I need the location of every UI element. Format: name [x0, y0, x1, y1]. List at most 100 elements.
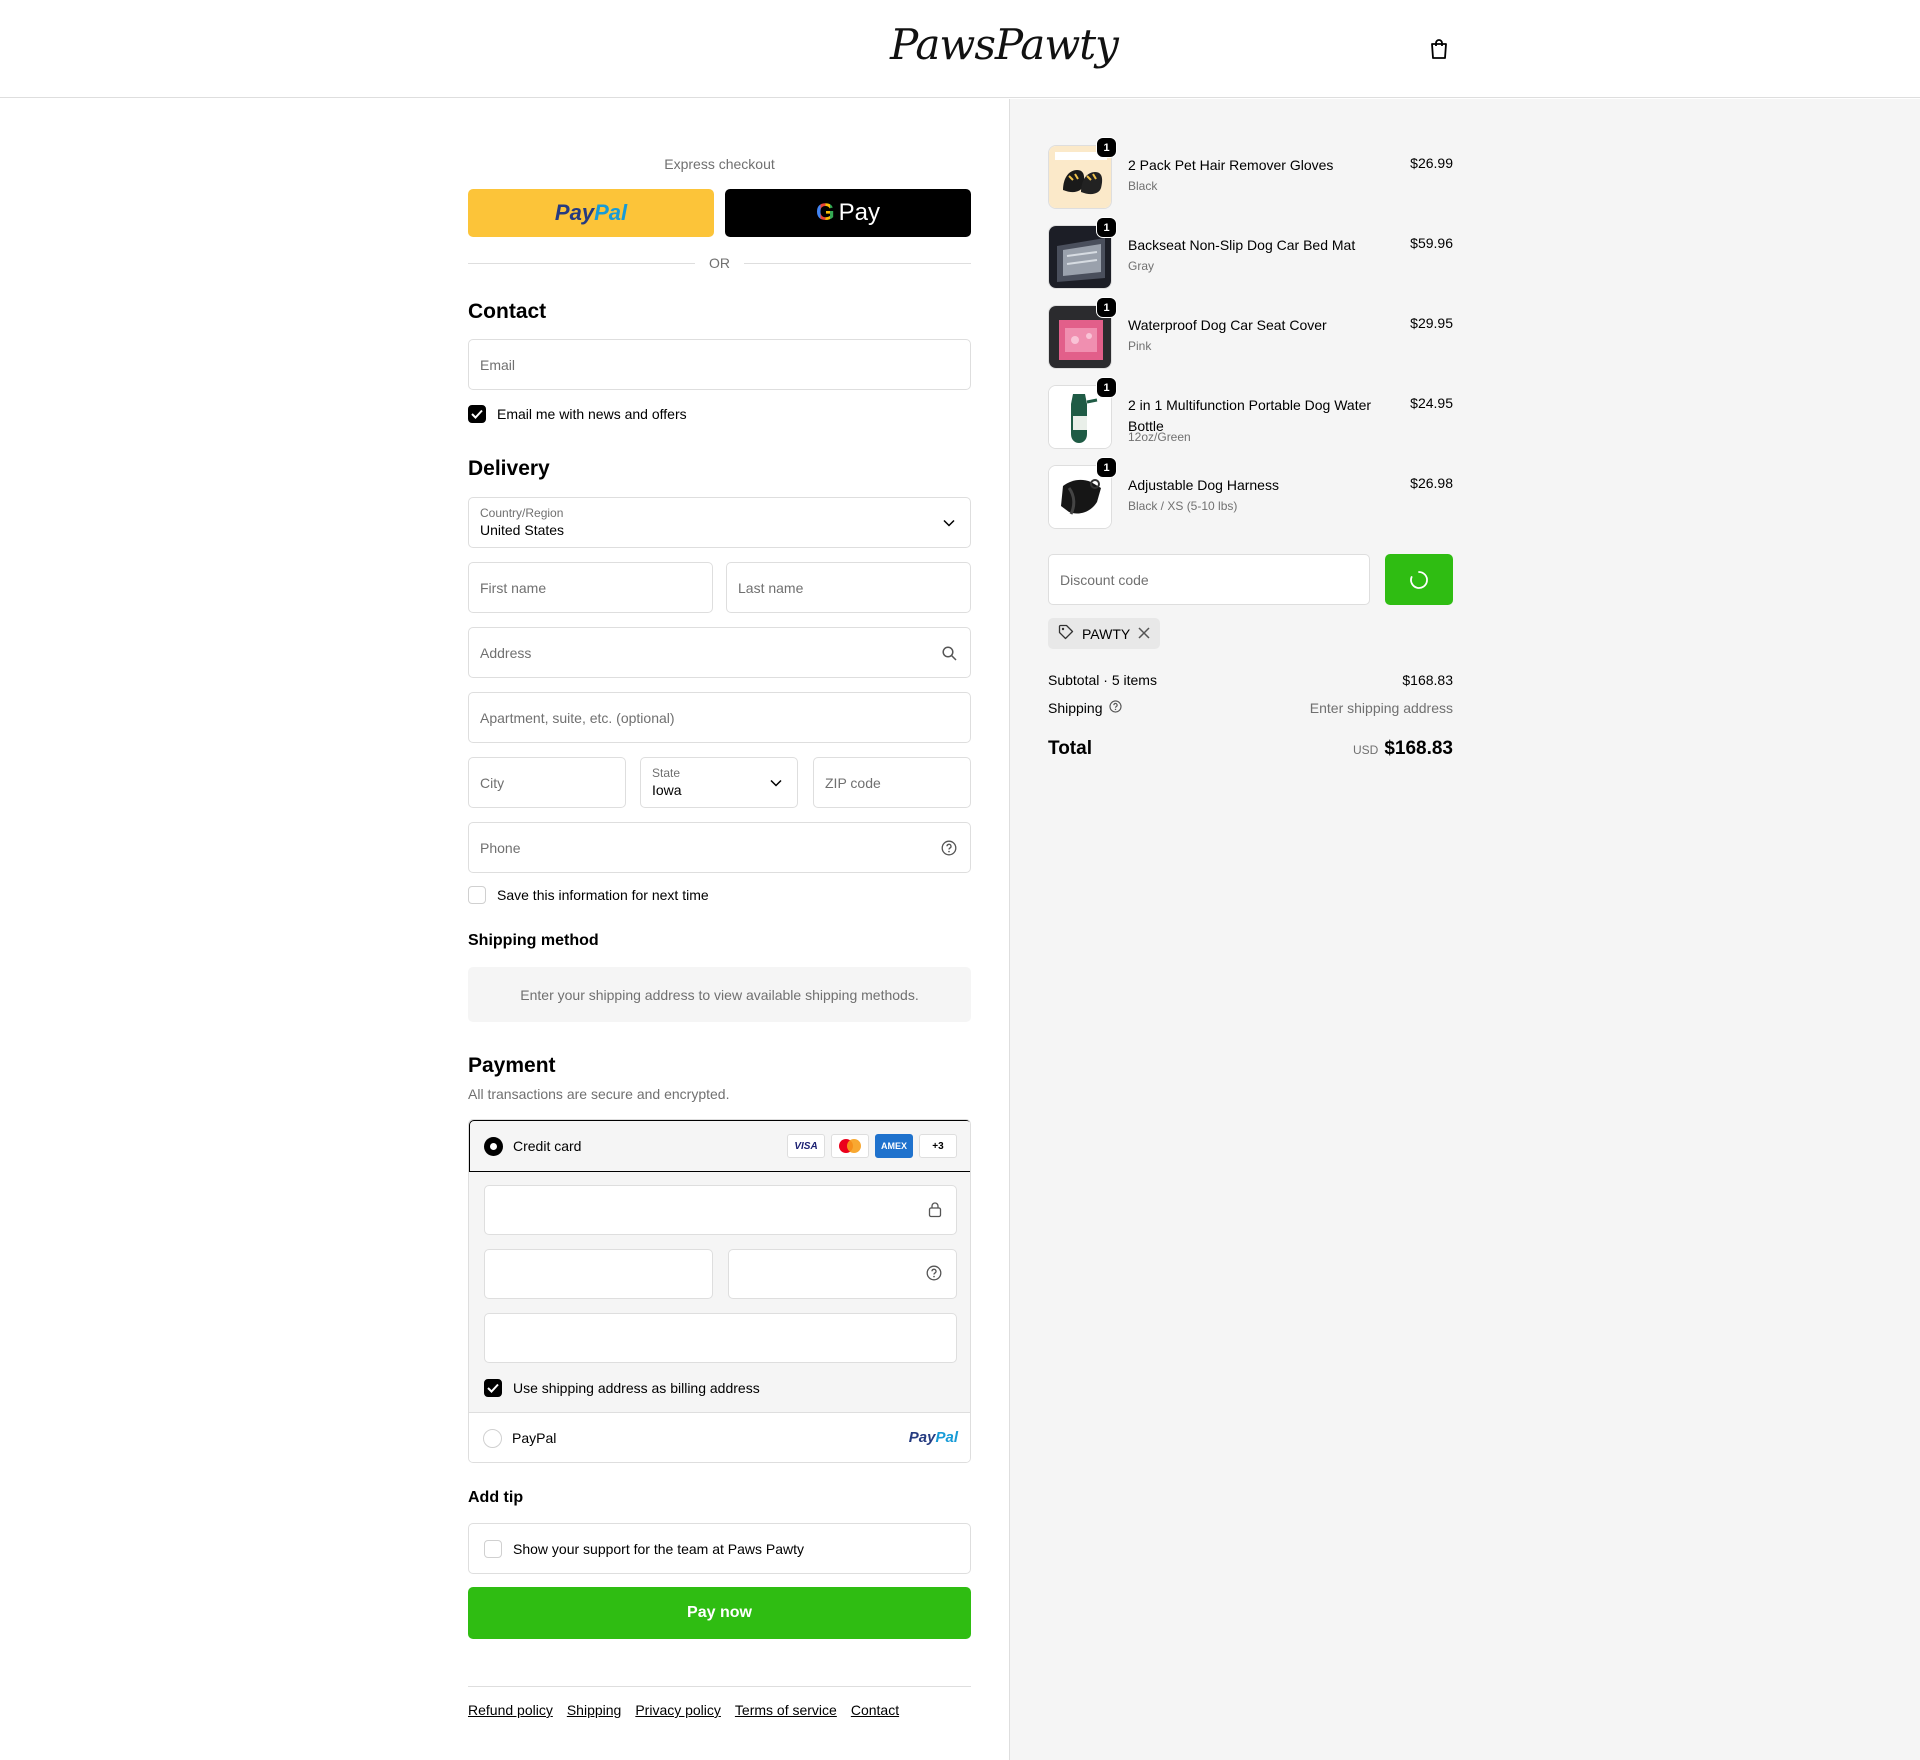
country-select[interactable]: Country/Region United States: [468, 497, 971, 548]
tip-label: Show your support for the team at Paws P…: [513, 1541, 805, 1557]
credit-card-radio[interactable]: [484, 1137, 503, 1156]
shipping-link[interactable]: Shipping: [567, 1702, 622, 1718]
billing-checkbox[interactable]: [484, 1379, 502, 1397]
product-price: $29.95: [1410, 315, 1453, 331]
product-price: $59.96: [1410, 235, 1453, 251]
total-value: $168.83: [1384, 738, 1453, 759]
visa-icon: VISA: [787, 1134, 825, 1158]
quantity-badge: 1: [1096, 297, 1117, 318]
news-checkbox-row[interactable]: Email me with news and offers: [468, 405, 687, 423]
expiration-field[interactable]: [484, 1249, 713, 1299]
country-value: United States: [480, 522, 565, 538]
spinner-icon: [1410, 570, 1428, 589]
add-tip-heading: Add tip: [468, 1489, 524, 1506]
brand-logo[interactable]: PawsPawty: [890, 20, 1119, 69]
pay-now-button[interactable]: Pay now: [468, 1587, 971, 1639]
google-pay-label: Pay: [838, 199, 881, 226]
quantity-badge: 1: [1096, 217, 1117, 238]
paypal-logo-pay: Pay: [554, 200, 595, 225]
payment-subtitle: All transactions are secure and encrypte…: [468, 1086, 730, 1102]
zip-placeholder: ZIP code: [825, 775, 881, 791]
refund-policy-link[interactable]: Refund policy: [468, 1702, 553, 1718]
discount-code-field[interactable]: Discount code: [1048, 554, 1370, 605]
subtotal-value: $168.83: [1402, 672, 1453, 688]
apartment-placeholder: Apartment, suite, etc. (optional): [480, 710, 675, 726]
paypal-radio[interactable]: [483, 1429, 502, 1448]
footer-links: Refund policy Shipping Privacy policy Te…: [468, 1702, 899, 1718]
apartment-field[interactable]: Apartment, suite, etc. (optional): [468, 692, 971, 743]
last-name-placeholder: Last name: [738, 580, 804, 596]
close-icon[interactable]: [1138, 626, 1150, 642]
google-pay-button[interactable]: G Pay: [725, 189, 971, 237]
quantity-badge: 1: [1096, 137, 1117, 158]
or-label: OR: [709, 255, 730, 271]
address-field[interactable]: Address: [468, 627, 971, 678]
tip-checkbox-row[interactable]: Show your support for the team at Paws P…: [484, 1540, 804, 1558]
tag-icon: [1058, 624, 1074, 643]
header: PawsPawty: [0, 0, 1920, 98]
security-code-field[interactable]: [728, 1249, 957, 1299]
card-number-field[interactable]: [484, 1185, 957, 1235]
first-name-placeholder: First name: [480, 580, 547, 596]
product-price: $26.98: [1410, 475, 1453, 491]
email-field[interactable]: Email: [468, 339, 971, 390]
footer-divider: [468, 1686, 971, 1687]
credit-card-option[interactable]: Credit card VISA AMEX +3: [469, 1120, 970, 1172]
zip-field[interactable]: ZIP code: [813, 757, 971, 808]
billing-label: Use shipping address as billing address: [513, 1380, 760, 1396]
cart-item: 1 Waterproof Dog Car Seat Cover Pink $29…: [1048, 297, 1453, 371]
tip-option[interactable]: Show your support for the team at Paws P…: [468, 1523, 971, 1574]
currency-code: USD: [1352, 743, 1379, 757]
paypal-express-button[interactable]: Pay Pal: [468, 189, 714, 237]
product-price: $24.95: [1410, 395, 1453, 411]
credit-card-form: Use shipping address as billing address: [469, 1172, 970, 1412]
help-icon[interactable]: [926, 1265, 942, 1286]
amex-icon: AMEX: [875, 1134, 913, 1158]
privacy-policy-link[interactable]: Privacy policy: [635, 1702, 721, 1718]
discount-placeholder: Discount code: [1060, 572, 1149, 588]
payment-heading: Payment: [468, 1054, 556, 1077]
news-label: Email me with news and offers: [497, 406, 687, 422]
cart-item: 1 Backseat Non-Slip Dog Car Bed Mat Gray…: [1048, 217, 1453, 291]
news-checkbox[interactable]: [468, 405, 486, 423]
credit-card-label: Credit card: [513, 1138, 582, 1154]
google-g-icon: G: [815, 199, 835, 226]
checkout-form: Express checkout Pay Pal G Pay OR Contact …: [0, 99, 1009, 1760]
save-info-row[interactable]: Save this information for next time: [468, 886, 709, 904]
discount-tag-code: PAWTY: [1082, 625, 1131, 642]
state-select[interactable]: State Iowa: [640, 757, 798, 808]
help-icon[interactable]: [1108, 700, 1122, 716]
more-cards-badge: +3: [919, 1134, 957, 1158]
contact-link[interactable]: Contact: [851, 1702, 899, 1718]
city-field[interactable]: City: [468, 757, 626, 808]
total-row: Total USD $168.83: [1048, 738, 1453, 760]
total-label: Total: [1048, 738, 1092, 759]
express-checkout-title: Express checkout: [664, 156, 775, 172]
mastercard-icon: [831, 1134, 869, 1158]
cart-item: 1 2 in 1 Multifunction Portable Dog Wate…: [1048, 377, 1453, 451]
first-name-field[interactable]: First name: [468, 562, 713, 613]
email-placeholder: Email: [480, 357, 516, 373]
payment-methods: Credit card VISA AMEX +3 Use shipping ad…: [468, 1119, 971, 1463]
delivery-heading: Delivery: [468, 457, 550, 480]
save-info-checkbox[interactable]: [468, 886, 486, 904]
apply-discount-button[interactable]: [1385, 554, 1453, 605]
search-icon: [940, 644, 958, 662]
last-name-field[interactable]: Last name: [726, 562, 971, 613]
phone-field[interactable]: Phone: [468, 822, 971, 873]
name-on-card-field[interactable]: [484, 1313, 957, 1363]
product-variant: Pink: [1128, 339, 1152, 353]
subtotal-row: Subtotal · 5 items $168.83: [1048, 672, 1453, 688]
billing-address-row[interactable]: Use shipping address as billing address: [484, 1379, 760, 1397]
state-value: Iowa: [652, 782, 682, 798]
help-icon[interactable]: [940, 839, 958, 857]
shipping-label: Shipping: [1048, 700, 1103, 716]
city-placeholder: City: [480, 775, 505, 791]
paypal-label: PayPal: [512, 1430, 557, 1446]
terms-link[interactable]: Terms of service: [735, 1702, 837, 1718]
tip-checkbox[interactable]: [484, 1540, 502, 1558]
address-placeholder: Address: [480, 645, 532, 661]
shopping-bag-icon[interactable]: [1426, 36, 1452, 62]
paypal-option[interactable]: PayPal PayPal: [469, 1412, 970, 1462]
product-variant: Black: [1128, 179, 1158, 193]
